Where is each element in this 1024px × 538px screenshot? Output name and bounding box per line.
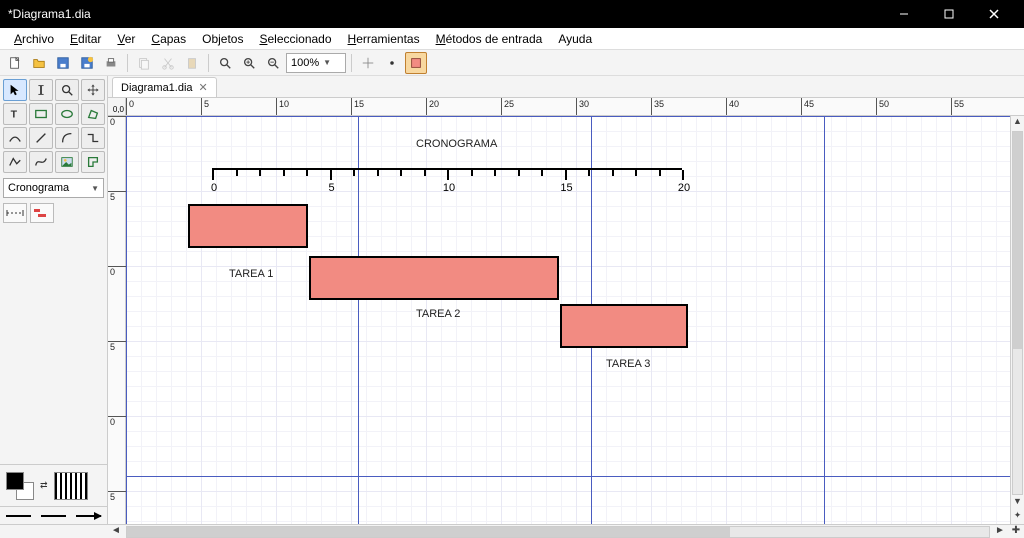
menu-objetos[interactable]: Objetos	[194, 30, 251, 48]
menu-capas[interactable]: Capas	[143, 30, 194, 48]
pointer-tool[interactable]	[3, 79, 27, 101]
shapeset-combo[interactable]: Cronograma ▼	[3, 178, 104, 198]
scroll-left-icon[interactable]: ◄	[108, 525, 124, 538]
ruler-corner: 0,0	[108, 98, 126, 116]
paste-icon[interactable]	[181, 52, 203, 74]
nav-plus-icon[interactable]: ✦	[1011, 510, 1024, 524]
window-title: *Diagrama1.dia	[8, 7, 882, 21]
close-button[interactable]	[972, 0, 1016, 28]
tab-diagrama1[interactable]: Diagrama1.dia ✕	[112, 77, 217, 97]
chevron-down-icon: ▼	[91, 184, 99, 193]
ellipse-tool[interactable]	[55, 103, 79, 125]
zoom-in-icon[interactable]	[238, 52, 260, 74]
page-guide-horizontal	[126, 116, 1010, 117]
tab-label: Diagrama1.dia	[121, 82, 193, 94]
dot-icon[interactable]	[381, 52, 403, 74]
page-guide-horizontal	[126, 476, 1010, 477]
menu-seleccionado[interactable]: Seleccionado	[251, 30, 339, 48]
toolbar: 100% ▼	[0, 50, 1024, 76]
image-tool[interactable]	[55, 151, 79, 173]
menu-ayuda[interactable]: Ayuda	[550, 30, 600, 48]
tool-panel: T Cronograma ▼ ⇄	[0, 76, 108, 524]
zigzag-tool[interactable]	[81, 127, 105, 149]
arc-tool[interactable]	[55, 127, 79, 149]
zoom-out-icon[interactable]	[262, 52, 284, 74]
text-cursor-tool[interactable]	[29, 79, 53, 101]
timeline-axis[interactable]: 0 5 10 15 20	[212, 168, 682, 170]
fgbg-swatch[interactable]	[6, 472, 34, 500]
polygon-tool[interactable]	[81, 103, 105, 125]
scroll-up-icon[interactable]: ▲	[1011, 116, 1024, 130]
document-tabbar: Diagrama1.dia ✕	[108, 76, 1024, 98]
cut-icon[interactable]	[157, 52, 179, 74]
saveas-icon[interactable]	[76, 52, 98, 74]
page-guide-vertical	[126, 116, 127, 524]
menu-herramientas[interactable]: Herramientas	[340, 30, 428, 48]
save-icon[interactable]	[52, 52, 74, 74]
vertical-ruler: 0 5 0 5 0 5	[108, 116, 126, 524]
bezierline-tool[interactable]	[29, 151, 53, 173]
task-bar-2[interactable]	[309, 256, 559, 300]
horizontal-scrollbar[interactable]	[126, 526, 990, 538]
minimize-button[interactable]	[882, 0, 926, 28]
window-titlebar: *Diagrama1.dia	[0, 0, 1024, 28]
menu-metodos[interactable]: Métodos de entrada	[428, 30, 551, 48]
page-guide-vertical	[358, 116, 359, 524]
scroll-tool[interactable]	[81, 79, 105, 101]
chevron-down-icon: ▼	[323, 58, 331, 67]
snap-icon[interactable]	[357, 52, 379, 74]
menubar: Archivo Editar Ver Capas Objetos Selecci…	[0, 28, 1024, 50]
box-tool[interactable]	[29, 103, 53, 125]
copy-icon[interactable]	[133, 52, 155, 74]
zoom-combo[interactable]: 100% ▼	[286, 53, 346, 73]
outline-tool[interactable]	[81, 151, 105, 173]
open-file-icon[interactable]	[28, 52, 50, 74]
color-picker[interactable]: ⇄	[0, 464, 107, 506]
print-icon[interactable]	[100, 52, 122, 74]
tab-close-icon[interactable]: ✕	[199, 81, 208, 94]
new-file-icon[interactable]	[4, 52, 26, 74]
object-highlight-icon[interactable]	[405, 52, 427, 74]
horizontal-ruler: 0 5 10 15 20 25 30 35 40 45 50 55	[126, 98, 1024, 116]
hatch-preview[interactable]	[54, 472, 88, 500]
scroll-down-icon[interactable]: ▼	[1011, 496, 1024, 510]
task-label-1[interactable]: TAREA 1	[229, 268, 273, 280]
page-guide-vertical	[824, 116, 825, 524]
magnify-tool[interactable]	[55, 79, 79, 101]
text-tool[interactable]: T	[3, 103, 27, 125]
vertical-scrollbar[interactable]: ▲ ▼ ✦	[1010, 116, 1024, 524]
polyline-tool[interactable]	[3, 151, 27, 173]
bezier-tool[interactable]	[3, 127, 27, 149]
add-page-icon[interactable]: ✚	[1008, 525, 1024, 538]
shapeset-label: Cronograma	[8, 182, 69, 194]
line-tool[interactable]	[29, 127, 53, 149]
scroll-right-icon[interactable]: ►	[992, 525, 1008, 538]
menu-ver[interactable]: Ver	[109, 30, 143, 48]
svg-text:T: T	[11, 109, 18, 121]
task-label-3[interactable]: TAREA 3	[606, 358, 650, 370]
task-bar-1[interactable]	[188, 204, 308, 248]
zoom-fit-icon[interactable]	[214, 52, 236, 74]
shape-bars-icon[interactable]	[30, 203, 54, 223]
canvas[interactable]: CRONOGRAMA 0 5 10 15 20 TAREA 1 T	[126, 116, 1010, 524]
zoom-value: 100%	[291, 57, 319, 69]
diagram-title[interactable]: CRONOGRAMA	[416, 138, 497, 150]
shape-timeline-icon[interactable]	[3, 203, 27, 223]
menu-archivo[interactable]: Archivo	[6, 30, 62, 48]
task-label-2[interactable]: TAREA 2	[416, 308, 460, 320]
swap-colors-icon[interactable]: ⇄	[40, 480, 48, 491]
maximize-button[interactable]	[927, 0, 971, 28]
task-bar-3[interactable]	[560, 304, 688, 348]
statusbar: ◄ ► ✚	[0, 524, 1024, 538]
line-style-row[interactable]	[0, 506, 107, 524]
menu-editar[interactable]: Editar	[62, 30, 109, 48]
